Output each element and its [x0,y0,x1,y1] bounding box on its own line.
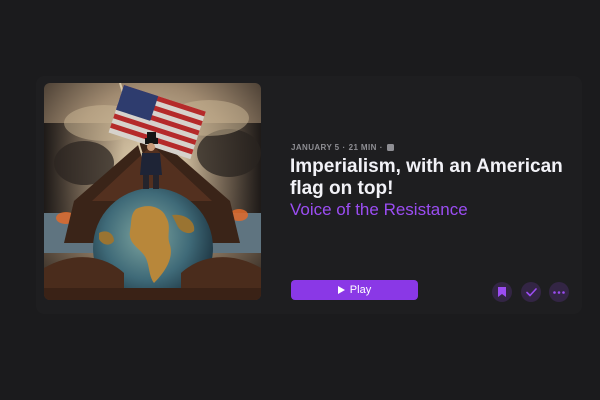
episode-title: Imperialism, with an American flag on to… [290,156,563,199]
episode-duration: 21 MIN [348,143,377,152]
episode-meta: JANUARY 5 · 21 MIN · [291,143,394,152]
bookmark-icon [498,287,506,297]
more-options-button[interactable] [549,282,569,302]
checkmark-icon [525,287,537,296]
mark-played-button[interactable] [521,282,541,302]
artwork-image [44,83,261,300]
bookmark-button[interactable] [492,282,512,302]
explicit-badge-icon [386,144,394,151]
meta-separator: · [379,143,383,152]
play-button[interactable]: Play [291,280,418,300]
ellipsis-icon [553,290,565,294]
episode-card: JANUARY 5 · 21 MIN · Imperialism, with a… [36,76,582,314]
episode-date: JANUARY 5 [291,143,340,152]
meta-separator: · [342,143,346,152]
episode-page: JANUARY 5 · 21 MIN · Imperialism, with a… [0,0,600,400]
play-triangle-icon [337,286,345,294]
show-name-link[interactable]: Voice of the Resistance [290,200,468,220]
episode-artwork[interactable] [44,83,261,300]
play-label: Play [349,284,372,296]
